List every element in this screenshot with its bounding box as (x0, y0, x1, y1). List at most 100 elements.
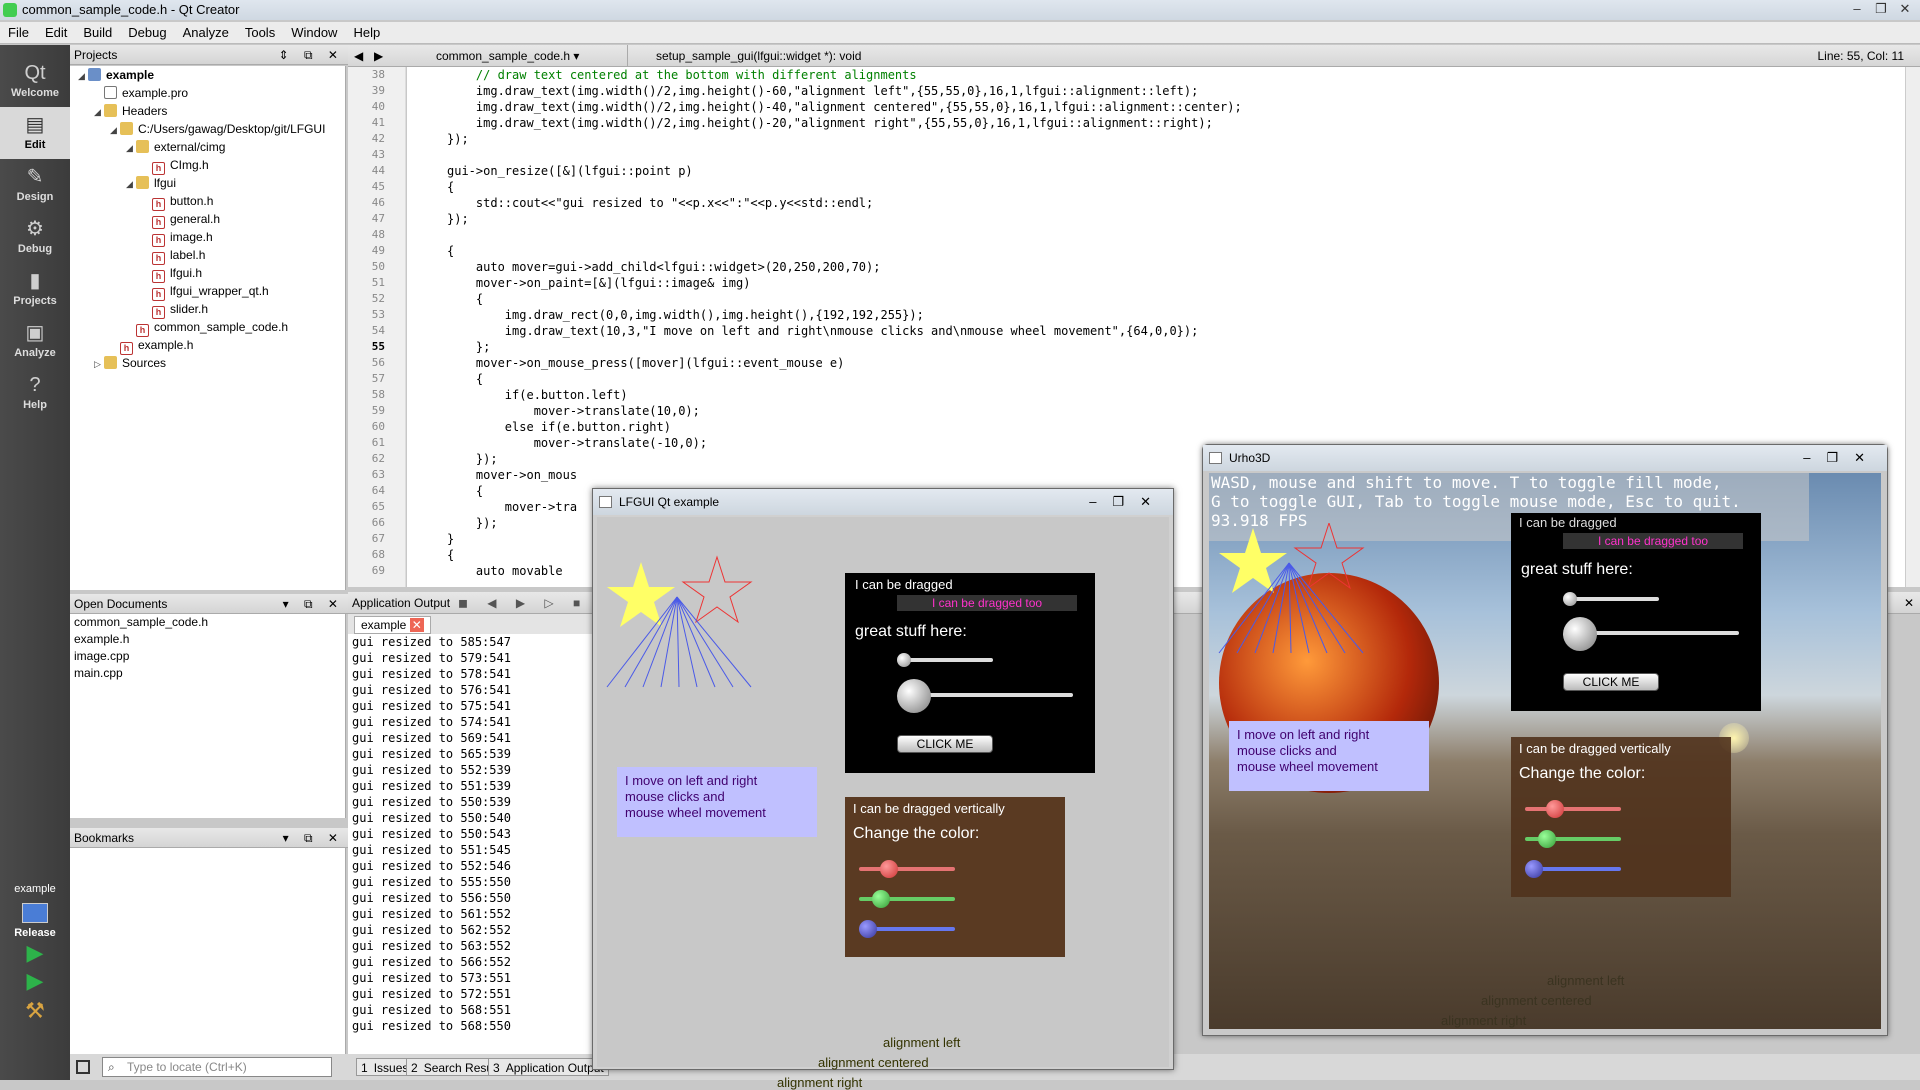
tree-item[interactable]: ▷ Sources (94, 354, 166, 372)
mover-widget[interactable]: I move on left and right mouse clicks an… (617, 767, 817, 837)
red-slider-track[interactable] (1525, 807, 1621, 811)
minimize-icon[interactable]: – (1846, 2, 1868, 16)
tree-item[interactable]: h label.h (142, 246, 205, 265)
nav-forward-icon[interactable]: ▶ (374, 45, 383, 67)
draggable-panel[interactable]: I can be dragged I can be dragged too gr… (845, 573, 1095, 773)
mode-label: Welcome (10, 87, 60, 99)
draggable-panel[interactable]: I can be dragged I can be dragged too gr… (1511, 513, 1761, 711)
green-slider-knob[interactable] (1538, 830, 1556, 848)
line-number: 42 (371, 132, 385, 145)
tree-item[interactable]: ◢ external/cimg (126, 138, 225, 156)
menu-debug[interactable]: Debug (120, 22, 174, 44)
open-document-item[interactable]: main.cpp (70, 665, 345, 682)
symbol-selector[interactable]: setup_sample_gui(lfgui::widget *): void (638, 45, 1778, 67)
expand-arrow-icon[interactable]: ◢ (78, 67, 88, 85)
expand-arrow-icon[interactable]: ◢ (126, 175, 136, 193)
close-output-icon[interactable]: ✕ (1904, 592, 1914, 614)
tree-item[interactable]: h example.h (110, 336, 193, 355)
file-selector[interactable]: common_sample_code.h ▾ (418, 45, 628, 67)
vertical-drag-panel[interactable]: I can be dragged vertically Change the c… (845, 797, 1065, 957)
tree-item[interactable]: h common_sample_code.h (126, 318, 288, 337)
tree-item[interactable]: ◢ Headers (94, 102, 167, 120)
small-slider-track[interactable] (1569, 597, 1659, 601)
red-slider-track[interactable] (859, 867, 955, 871)
expand-arrow-icon[interactable]: ▷ (94, 355, 104, 373)
mode-welcome[interactable]: Qt Welcome (0, 55, 70, 107)
mode-projects[interactable]: ▮ Projects (0, 263, 70, 315)
mode-design[interactable]: ✎ Design (0, 159, 70, 211)
lfgui-window[interactable]: LFGUI Qt example –❐✕ I move on left and … (592, 488, 1174, 1090)
tree-item[interactable]: ◢ example (78, 66, 154, 84)
open-document-item[interactable]: common_sample_code.h (70, 614, 345, 631)
window-controls[interactable]: –❐✕ (1803, 445, 1881, 471)
debug-run-icon[interactable]: ▶ (22, 968, 48, 994)
tree-item[interactable]: example.pro (94, 84, 188, 102)
tree-item[interactable]: h lfgui.h (142, 264, 202, 283)
editor-scrollbar[interactable] (1905, 67, 1920, 587)
mode-debug[interactable]: ⚙ Debug (0, 211, 70, 263)
mode-analyze[interactable]: ▣ Analyze (0, 315, 70, 367)
close-tab-icon[interactable]: ✕ (409, 618, 424, 632)
menu-analyze[interactable]: Analyze (175, 22, 237, 44)
menu-tools[interactable]: Tools (237, 22, 283, 44)
kit-selector[interactable]: Release (0, 903, 70, 939)
menu-help[interactable]: Help (345, 22, 388, 44)
open-document-item[interactable]: example.h (70, 631, 345, 648)
projects-title: Projects (74, 48, 118, 62)
tree-item[interactable]: h button.h (142, 192, 213, 211)
open-document-item[interactable]: image.cpp (70, 648, 345, 665)
blue-slider-knob[interactable] (859, 920, 877, 938)
run-icon[interactable]: ▶ (22, 940, 48, 966)
tab-example[interactable]: example ✕ (354, 616, 431, 634)
mode-edit[interactable]: ▤ Edit (0, 107, 70, 159)
blue-slider-knob[interactable] (1525, 860, 1543, 878)
mover-widget[interactable]: I move on left and right mouse clicks an… (1229, 721, 1429, 791)
maximize-icon[interactable]: ❐ (1870, 2, 1892, 16)
drag-too-label[interactable]: I can be dragged too (1563, 533, 1743, 549)
mode-help[interactable]: ? Help (0, 367, 70, 419)
code-line: }); (447, 212, 469, 226)
red-slider-knob[interactable] (1546, 800, 1564, 818)
open-documents-list: common_sample_code.h example.h image.cpp ma… (70, 614, 346, 818)
nav-back-icon[interactable]: ◀ (354, 45, 363, 67)
build-icon[interactable]: ⚒ (22, 998, 48, 1024)
pane-controls[interactable]: ▾ ⧉ ✕ (283, 828, 344, 848)
window-controls[interactable]: –❐✕ (1089, 489, 1167, 515)
vertical-drag-panel[interactable]: I can be dragged vertically Change the c… (1511, 737, 1731, 897)
tree-item[interactable]: h image.h (142, 228, 213, 247)
urho-viewport[interactable]: WASD, mouse and shift to move. T to togg… (1209, 473, 1881, 1029)
menu-edit[interactable]: Edit (37, 22, 75, 44)
red-slider-knob[interactable] (880, 860, 898, 878)
menu-window[interactable]: Window (283, 22, 345, 44)
locate-input[interactable]: ⌕ Type to locate (Ctrl+K) (102, 1057, 332, 1077)
output-pane-tab-1[interactable]: 1 Issues (356, 1058, 414, 1076)
drag-too-label[interactable]: I can be dragged too (897, 595, 1077, 611)
small-slider-knob[interactable] (1563, 592, 1577, 606)
large-slider-knob[interactable] (897, 679, 931, 713)
pane-controls[interactable]: ▾ ⧉ ✕ (283, 594, 344, 614)
menu-file[interactable]: File (0, 22, 37, 44)
green-slider-knob[interactable] (872, 890, 890, 908)
menu-build[interactable]: Build (75, 22, 120, 44)
expand-arrow-icon[interactable]: ◢ (126, 139, 136, 157)
urho3d-window[interactable]: Urho3D –❐✕ WASD, mouse and shift to move… (1202, 444, 1888, 1036)
tree-item[interactable]: ◢ lfgui (126, 174, 176, 192)
output-controls[interactable]: ◼ ◀ ▶ ▷ ■ (458, 592, 588, 614)
tree-item[interactable]: ◢ C:/Users/gawag/Desktop/git/LFGUI (110, 120, 325, 138)
tree-item[interactable]: h CImg.h (142, 156, 209, 175)
close-icon[interactable]: ✕ (1894, 2, 1916, 16)
large-slider-knob[interactable] (1563, 617, 1597, 651)
pane-controls[interactable]: ⇕ ⧉ ✕ (279, 45, 344, 65)
tree-item[interactable]: h slider.h (142, 300, 208, 319)
tree-item[interactable]: h general.h (142, 210, 220, 229)
output-pane-tab-3[interactable]: 3 Application Output (488, 1058, 609, 1076)
click-me-button[interactable]: CLICK ME (897, 735, 993, 753)
small-slider-track[interactable] (903, 658, 993, 662)
toggle-sidebar-icon[interactable] (76, 1060, 90, 1074)
click-me-button[interactable]: CLICK ME (1563, 673, 1659, 691)
expand-arrow-icon[interactable]: ◢ (110, 121, 120, 139)
expand-arrow-icon[interactable]: ◢ (94, 103, 104, 121)
tree-item[interactable]: h lfgui_wrapper_qt.h (142, 282, 269, 301)
line-number: 63 (371, 468, 385, 481)
small-slider-knob[interactable] (897, 653, 911, 667)
